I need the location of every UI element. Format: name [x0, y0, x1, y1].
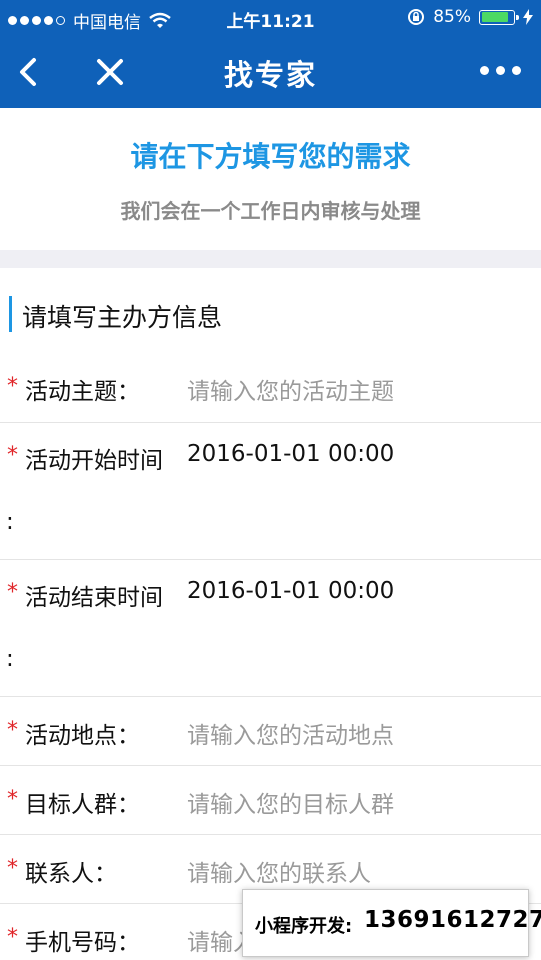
start-time-label: 活动开始时间 [25, 448, 163, 474]
required-mark: * [7, 856, 18, 881]
badge-number: 13691612727 [364, 907, 541, 933]
topic-input[interactable]: 请输入您的活动主题 [187, 372, 394, 406]
battery-percent: 85% [433, 7, 471, 27]
form-row-start-time[interactable]: * 活动开始时间 2016-01-01 00:00 : [0, 423, 541, 560]
contact-input[interactable]: 请输入您的联系人 [187, 854, 371, 888]
required-mark: * [7, 787, 18, 812]
organizer-section: 请填写主办方信息 [0, 268, 541, 350]
section-header: 请填写主办方信息 [0, 268, 541, 350]
form-row-audience[interactable]: * 目标人群： 请输入您的目标人群 [0, 766, 541, 835]
required-mark: * [7, 718, 18, 743]
status-bar: 中国电信 上午11:21 85% [0, 0, 541, 36]
audience-label: 目标人群： [25, 792, 140, 818]
required-mark: * [7, 374, 18, 399]
phone-label: 手机号码： [25, 930, 140, 956]
topic-label: 活动主题： [25, 379, 140, 405]
battery-fill [481, 12, 508, 22]
section-accent-bar [9, 296, 12, 332]
start-time-colon: : [6, 509, 14, 535]
developer-contact-badge: 小程序开发: 13691612727 [242, 889, 541, 957]
form-row-end-time[interactable]: * 活动结束时间 2016-01-01 00:00 : [0, 560, 541, 697]
status-right: 85% [407, 7, 533, 27]
more-icon[interactable] [480, 66, 521, 75]
end-time-label: 活动结束时间 [25, 585, 163, 611]
required-mark: * [7, 443, 18, 468]
hero-banner: 请在下方填写您的需求 我们会在一个工作日内审核与处理 [0, 108, 541, 250]
badge-label: 小程序开发: [255, 916, 353, 937]
hero-title: 请在下方填写您的需求 [130, 140, 411, 173]
section-divider [0, 250, 541, 268]
required-mark: * [7, 925, 18, 950]
contact-label: 联系人： [25, 861, 117, 887]
end-time-colon: : [6, 646, 14, 672]
required-mark: * [7, 580, 18, 605]
audience-input[interactable]: 请输入您的目标人群 [187, 785, 394, 819]
page-title: 找专家 [223, 58, 317, 92]
section-title: 请填写主办方信息 [22, 303, 223, 332]
charging-bolt-icon [523, 9, 533, 25]
navigation-bar: 找专家 [0, 36, 541, 108]
form-row-topic[interactable]: * 活动主题： 请输入您的活动主题 [0, 350, 541, 423]
form-row-location[interactable]: * 活动地点： 请输入您的活动地点 [0, 697, 541, 766]
hero-subtitle: 我们会在一个工作日内审核与处理 [120, 199, 421, 223]
end-time-picker[interactable]: 2016-01-01 00:00 [187, 578, 394, 604]
start-time-picker[interactable]: 2016-01-01 00:00 [187, 441, 394, 467]
orientation-lock-icon [408, 9, 425, 25]
location-label: 活动地点： [25, 723, 140, 749]
location-input[interactable]: 请输入您的活动地点 [187, 716, 394, 750]
battery-icon [479, 9, 519, 25]
